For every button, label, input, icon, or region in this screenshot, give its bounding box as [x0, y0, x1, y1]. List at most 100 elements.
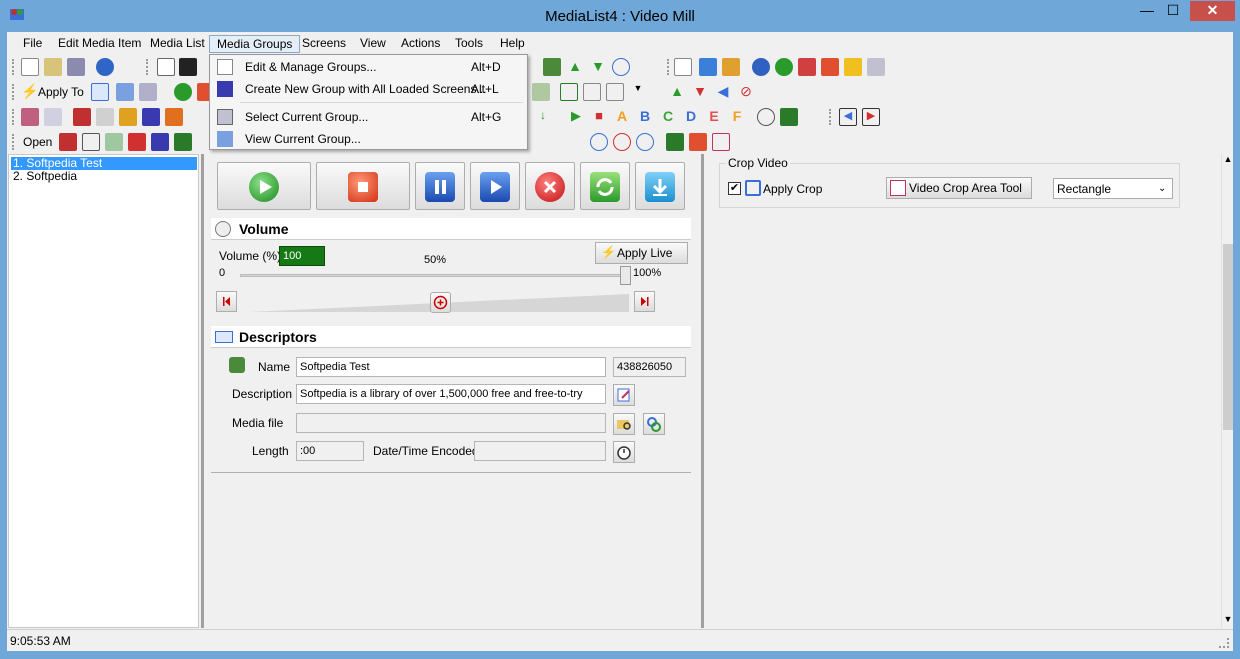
- open-media-icon[interactable]: [128, 133, 146, 151]
- forward-icon[interactable]: ▶: [862, 108, 880, 126]
- media-camera-icon[interactable]: [543, 58, 561, 76]
- download-button[interactable]: [635, 162, 685, 210]
- media-file-input[interactable]: [296, 413, 606, 433]
- mute-icon[interactable]: ⊘: [737, 83, 755, 101]
- layout-icon[interactable]: [606, 83, 624, 101]
- stop-thin-icon[interactable]: ■: [590, 108, 608, 126]
- apply-screens-icon[interactable]: [139, 83, 157, 101]
- volume-center-button[interactable]: [430, 292, 451, 313]
- new-file-icon[interactable]: [21, 58, 39, 76]
- menu-tools[interactable]: Tools: [448, 35, 490, 53]
- right-scrollbar[interactable]: ▲ ▼: [1221, 154, 1233, 628]
- play-thin-icon[interactable]: ▶: [567, 108, 585, 126]
- description-input[interactable]: Softpedia is a library of over 1,500,000…: [296, 384, 606, 404]
- clock-help-icon[interactable]: [636, 133, 654, 151]
- red-square-icon[interactable]: [821, 58, 839, 76]
- open-image-icon[interactable]: [174, 133, 192, 151]
- volume-slider-thumb[interactable]: [620, 266, 631, 285]
- close-button[interactable]: ✕: [1190, 1, 1235, 21]
- image-icon[interactable]: [532, 83, 550, 101]
- folder-item-icon[interactable]: [142, 108, 160, 126]
- apply-list-icon[interactable]: [91, 83, 109, 101]
- move-down-icon[interactable]: ▼: [589, 58, 607, 76]
- menu-file[interactable]: File: [16, 35, 49, 53]
- center-splitter[interactable]: [701, 154, 704, 628]
- volume-input[interactable]: 100: [279, 246, 325, 266]
- video-crop-tool-button[interactable]: Video Crop Area Tool: [886, 177, 1032, 199]
- search-tool-icon[interactable]: [867, 58, 885, 76]
- orange-box-icon[interactable]: [689, 133, 707, 151]
- open-table-icon[interactable]: [82, 133, 100, 151]
- menu-media-groups[interactable]: Media Groups: [209, 35, 301, 53]
- menu-media-list[interactable]: Media List: [143, 35, 212, 53]
- green-box-icon[interactable]: [666, 133, 684, 151]
- crop-shape-icon[interactable]: [798, 58, 816, 76]
- menu-item-create-group[interactable]: Create New Group with All Loaded Screens…: [212, 79, 525, 99]
- scroll-up-icon[interactable]: ▲: [1223, 154, 1233, 166]
- move-up-icon[interactable]: ▲: [566, 58, 584, 76]
- play-button[interactable]: [217, 162, 311, 210]
- open-film-icon[interactable]: [151, 133, 169, 151]
- dropdown-arrow-icon[interactable]: ▼: [629, 83, 647, 101]
- table-icon[interactable]: [560, 83, 578, 101]
- delete-item-icon[interactable]: [73, 108, 91, 126]
- scroll-thumb[interactable]: [1223, 244, 1233, 430]
- pause-button[interactable]: [415, 162, 465, 210]
- link-file-button[interactable]: [643, 413, 665, 435]
- apply-live-button[interactable]: ⚡ Apply Live: [595, 242, 688, 264]
- menu-help[interactable]: Help: [493, 35, 532, 53]
- back-icon[interactable]: ◀: [839, 108, 857, 126]
- left-splitter[interactable]: [201, 154, 204, 628]
- cancel-button[interactable]: [525, 162, 575, 210]
- stop-button[interactable]: [316, 162, 410, 210]
- grid-view-icon[interactable]: [179, 58, 197, 76]
- open-grid-icon[interactable]: [59, 133, 77, 151]
- refresh-small-icon[interactable]: [775, 58, 793, 76]
- volume-max-button[interactable]: [634, 291, 655, 312]
- find-item-icon[interactable]: [44, 108, 62, 126]
- edit-item-icon[interactable]: [21, 108, 39, 126]
- menu-item-view-group[interactable]: View Current Group...: [212, 129, 525, 149]
- link-icon[interactable]: [752, 58, 770, 76]
- letter-e[interactable]: E: [705, 108, 723, 126]
- list-item[interactable]: 2. Softpedia: [11, 170, 197, 183]
- save-icon[interactable]: [67, 58, 85, 76]
- browse-file-button[interactable]: [613, 413, 635, 435]
- battery-icon[interactable]: [780, 108, 798, 126]
- download-green-icon[interactable]: ↓: [534, 108, 552, 126]
- volume-min-button[interactable]: [216, 291, 237, 312]
- clock-1-icon[interactable]: [590, 133, 608, 151]
- letter-a[interactable]: A: [613, 108, 631, 126]
- letter-f[interactable]: F: [728, 108, 746, 126]
- letter-d[interactable]: D: [682, 108, 700, 126]
- resize-grip[interactable]: [1219, 638, 1229, 648]
- numbered-list-icon[interactable]: [674, 58, 692, 76]
- paste-screen-icon[interactable]: [722, 58, 740, 76]
- menu-view[interactable]: View: [353, 35, 393, 53]
- apply-crop-checkbox[interactable]: ✔: [728, 182, 741, 195]
- clock-2-icon[interactable]: [613, 133, 631, 151]
- volume-slider-track[interactable]: [240, 274, 625, 277]
- grid-small-icon[interactable]: [583, 83, 601, 101]
- list-view-icon[interactable]: [157, 58, 175, 76]
- step-play-button[interactable]: [470, 162, 520, 210]
- paste-item-icon[interactable]: [119, 108, 137, 126]
- resize-icon[interactable]: [844, 58, 862, 76]
- crop-shape-select[interactable]: Rectangle ⌄: [1053, 178, 1173, 199]
- timer-icon[interactable]: [757, 108, 775, 126]
- arrow-down-red-icon[interactable]: ▼: [691, 83, 709, 101]
- crop-tool-icon[interactable]: [712, 133, 730, 151]
- name-input[interactable]: Softpedia Test: [296, 357, 606, 377]
- help-icon[interactable]: [96, 58, 114, 76]
- letter-b[interactable]: B: [636, 108, 654, 126]
- copy-item-icon[interactable]: [96, 108, 114, 126]
- menu-screens[interactable]: Screens: [295, 35, 353, 53]
- letter-c[interactable]: C: [659, 108, 677, 126]
- menu-item-edit-groups[interactable]: Edit & Manage Groups... Alt+D: [212, 57, 525, 77]
- apply-group-icon[interactable]: [116, 83, 134, 101]
- minimize-button[interactable]: —: [1134, 1, 1160, 21]
- menu-item-select-group[interactable]: Select Current Group... Alt+G: [212, 107, 525, 127]
- open-folder-icon[interactable]: [44, 58, 62, 76]
- set-date-button[interactable]: [613, 441, 635, 463]
- volume-icon[interactable]: ◀: [714, 83, 732, 101]
